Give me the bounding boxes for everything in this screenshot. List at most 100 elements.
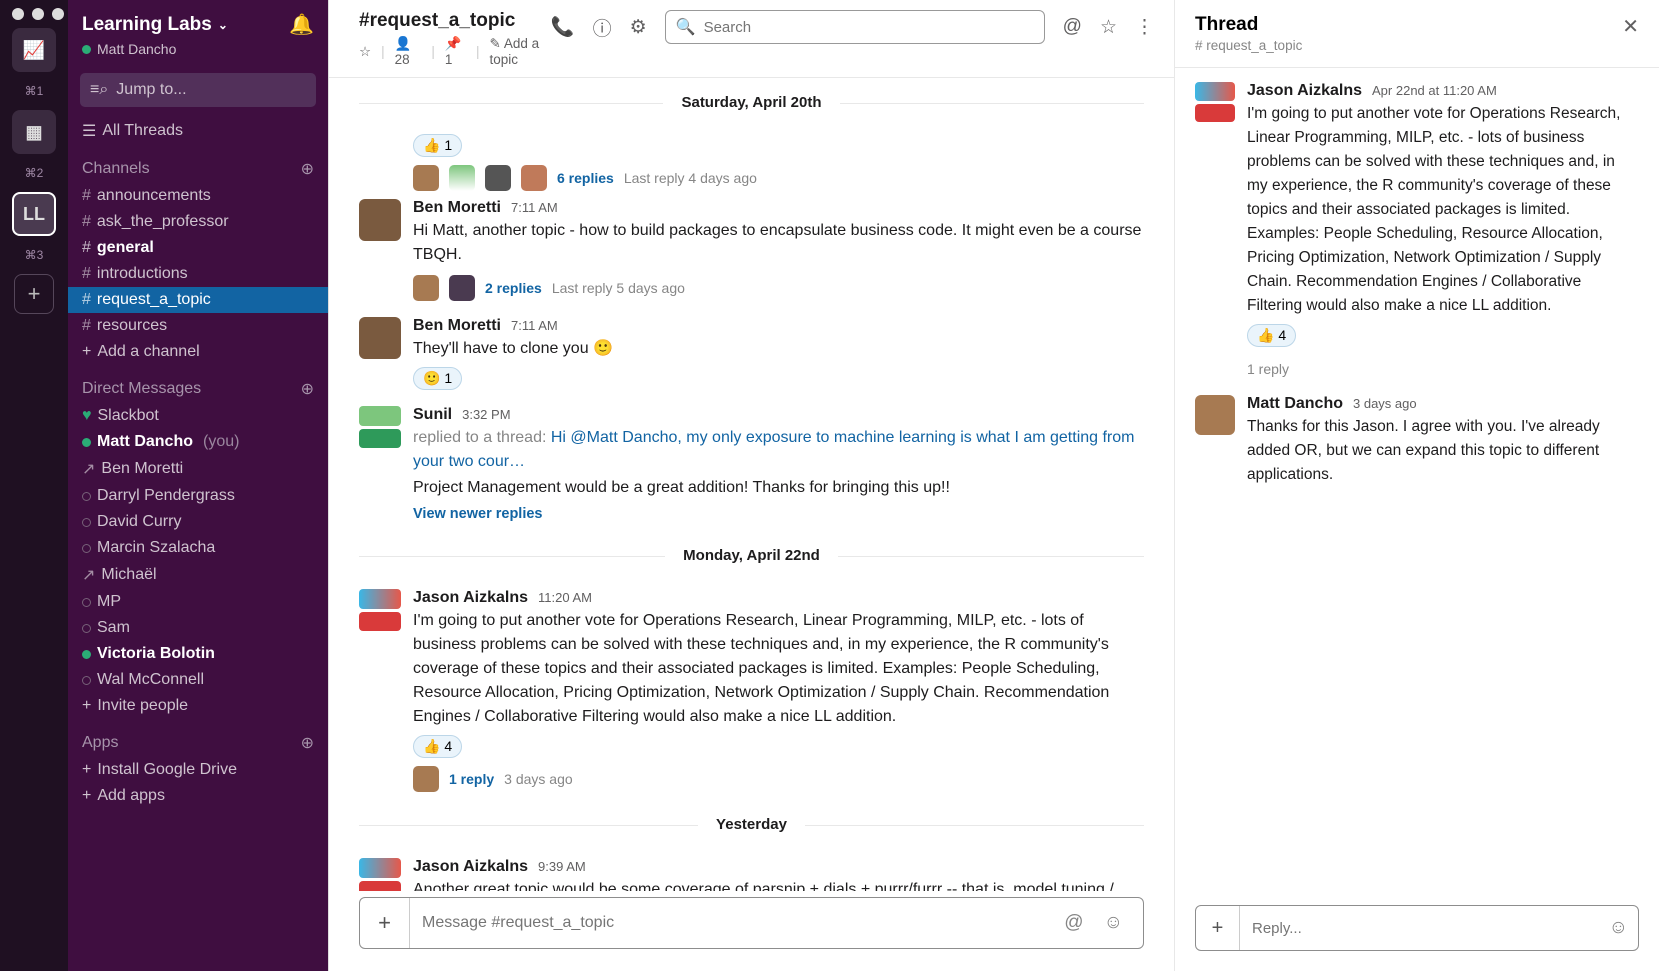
dm-wal[interactable]: Wal McConnell	[68, 667, 328, 693]
reaction-badge[interactable]: 👍 4	[1247, 324, 1296, 347]
timestamp: 3 days ago	[1353, 396, 1417, 411]
reply-avatar[interactable]	[449, 165, 475, 191]
search-input[interactable]	[704, 19, 1034, 36]
channel-title: #request_a_topic	[359, 10, 551, 32]
last-reply-time: Last reply 4 days ago	[624, 170, 757, 186]
reply-avatar[interactable]	[413, 165, 439, 191]
invite-people-link[interactable]: +Invite people	[68, 693, 328, 719]
author-name[interactable]: Ben Moretti	[413, 199, 501, 217]
workspace-switch-3[interactable]: LL	[12, 192, 56, 236]
thread-emoji-button[interactable]: ☺	[1599, 917, 1638, 939]
presence-off-icon	[82, 624, 91, 633]
workspace-name[interactable]: Learning Labs⌄	[82, 14, 228, 36]
add-app-icon[interactable]: ⊕	[301, 733, 314, 753]
notifications-bell-icon[interactable]: 🔔	[289, 12, 314, 37]
avatar[interactable]	[359, 199, 401, 241]
reaction-badge[interactable]: 👍 1	[413, 134, 462, 157]
author-name[interactable]: Ben Moretti	[413, 317, 501, 335]
presence-off-icon	[82, 598, 91, 607]
add-workspace-button[interactable]: +	[14, 274, 54, 314]
add-channel-link[interactable]: +Add a channel	[68, 339, 328, 365]
dm-michael[interactable]: ↗Michaël	[68, 561, 328, 589]
channel-resources[interactable]: #resources	[68, 313, 328, 339]
avatar[interactable]	[359, 589, 401, 631]
channel-request-a-topic[interactable]: #request_a_topic	[68, 287, 328, 313]
workspace-switch-2[interactable]: ▦	[12, 110, 56, 154]
away-icon: ↗	[82, 565, 95, 585]
add-channel-icon[interactable]: ⊕	[301, 159, 314, 179]
settings-gear-icon[interactable]: ⚙	[630, 16, 647, 39]
dm-slackbot[interactable]: ♥Slackbot	[68, 403, 328, 429]
dm-victoria[interactable]: Victoria Bolotin	[68, 641, 328, 667]
dm-marcin[interactable]: Marcin Szalacha	[68, 535, 328, 561]
avatar[interactable]	[1195, 82, 1235, 122]
composer-input[interactable]	[410, 900, 1054, 946]
mention-button[interactable]: @	[1054, 912, 1093, 934]
members-count[interactable]: 👤 28	[395, 36, 422, 67]
channel-announcements[interactable]: #announcements	[68, 183, 328, 209]
more-menu-icon[interactable]: ⋮	[1135, 16, 1154, 39]
dms-header[interactable]: Direct Messages	[82, 380, 201, 398]
reaction-badge[interactable]: 🙂 1	[413, 367, 462, 390]
dm-ben-moretti[interactable]: ↗Ben Moretti	[68, 455, 328, 483]
pencil-icon: ✎	[489, 36, 500, 51]
chevron-down-icon: ⌄	[218, 18, 228, 32]
dm-sam[interactable]: Sam	[68, 615, 328, 641]
avatar[interactable]	[359, 317, 401, 359]
close-thread-icon[interactable]: ✕	[1622, 14, 1639, 39]
author-name[interactable]: Sunil	[413, 406, 452, 424]
replies-link[interactable]: 6 replies	[557, 170, 614, 186]
thread-composer-input[interactable]	[1240, 908, 1599, 949]
apps-header[interactable]: Apps	[82, 734, 118, 752]
dm-mp[interactable]: MP	[68, 589, 328, 615]
channels-header[interactable]: Channels	[82, 160, 150, 178]
workspace-switch-1[interactable]: 📈	[12, 28, 56, 72]
current-user[interactable]: Matt Dancho	[68, 41, 328, 67]
reply-avatar[interactable]	[413, 766, 439, 792]
search-box[interactable]: 🔍	[665, 10, 1045, 44]
reply-avatar[interactable]	[449, 275, 475, 301]
add-dm-icon[interactable]: ⊕	[301, 379, 314, 399]
emoji-button[interactable]: ☺	[1094, 912, 1133, 934]
reply-avatar[interactable]	[521, 165, 547, 191]
author-name[interactable]: Jason Aizkalns	[1247, 82, 1362, 100]
reaction-badge[interactable]: 👍 4	[413, 735, 462, 758]
call-icon[interactable]: 📞	[551, 15, 575, 39]
dm-darryl[interactable]: Darryl Pendergrass	[68, 483, 328, 509]
thread-composer-plus[interactable]: +	[1196, 906, 1240, 950]
dm-david[interactable]: David Curry	[68, 509, 328, 535]
channel-introductions[interactable]: #introductions	[68, 261, 328, 287]
channel-general[interactable]: #general	[68, 235, 328, 261]
avatar[interactable]	[359, 406, 401, 448]
avatar[interactable]	[359, 858, 401, 891]
thread-title: Thread	[1195, 14, 1302, 36]
all-threads-link[interactable]: ☰All Threads	[68, 117, 328, 145]
message-text: Another great topic would be some covera…	[413, 878, 1144, 891]
thread-reply-message: Matt Dancho 3 days ago Thanks for this Ja…	[1195, 395, 1639, 487]
add-topic-link[interactable]: ✎ Add a topic	[489, 36, 550, 67]
reply-avatar[interactable]	[485, 165, 511, 191]
author-name[interactable]: Jason Aizkalns	[413, 858, 528, 876]
install-google-drive[interactable]: +Install Google Drive	[68, 757, 328, 783]
thread-reply-text: Thanks for this Jason. I agree with you.…	[1247, 415, 1639, 487]
star-channel-button[interactable]: ☆	[359, 44, 371, 60]
jump-to-input[interactable]: ≡⌕Jump to...	[80, 73, 316, 107]
reply-avatar[interactable]	[413, 275, 439, 301]
thread-channel-ref[interactable]: # request_a_topic	[1195, 38, 1302, 53]
presence-on-icon	[82, 650, 91, 659]
info-icon[interactable]: ⓘ	[593, 14, 612, 41]
mentions-icon[interactable]: @	[1063, 16, 1082, 38]
author-name[interactable]: Matt Dancho	[1247, 395, 1343, 413]
workspace-shortcut-1: ⌘1	[25, 84, 44, 98]
dm-matt-dancho[interactable]: Matt Dancho(you)	[68, 429, 328, 455]
pins-count[interactable]: 📌 1	[445, 36, 466, 67]
author-name[interactable]: Jason Aizkalns	[413, 589, 528, 607]
avatar[interactable]	[1195, 395, 1235, 435]
channel-ask-professor[interactable]: #ask_the_professor	[68, 209, 328, 235]
add-apps-link[interactable]: +Add apps	[68, 783, 328, 809]
replies-link[interactable]: 2 replies	[485, 280, 542, 296]
composer-plus-button[interactable]: +	[360, 898, 410, 948]
replies-link[interactable]: 1 reply	[449, 771, 494, 787]
star-icon[interactable]: ☆	[1100, 16, 1117, 39]
view-newer-replies-link[interactable]: View newer replies	[413, 506, 543, 522]
